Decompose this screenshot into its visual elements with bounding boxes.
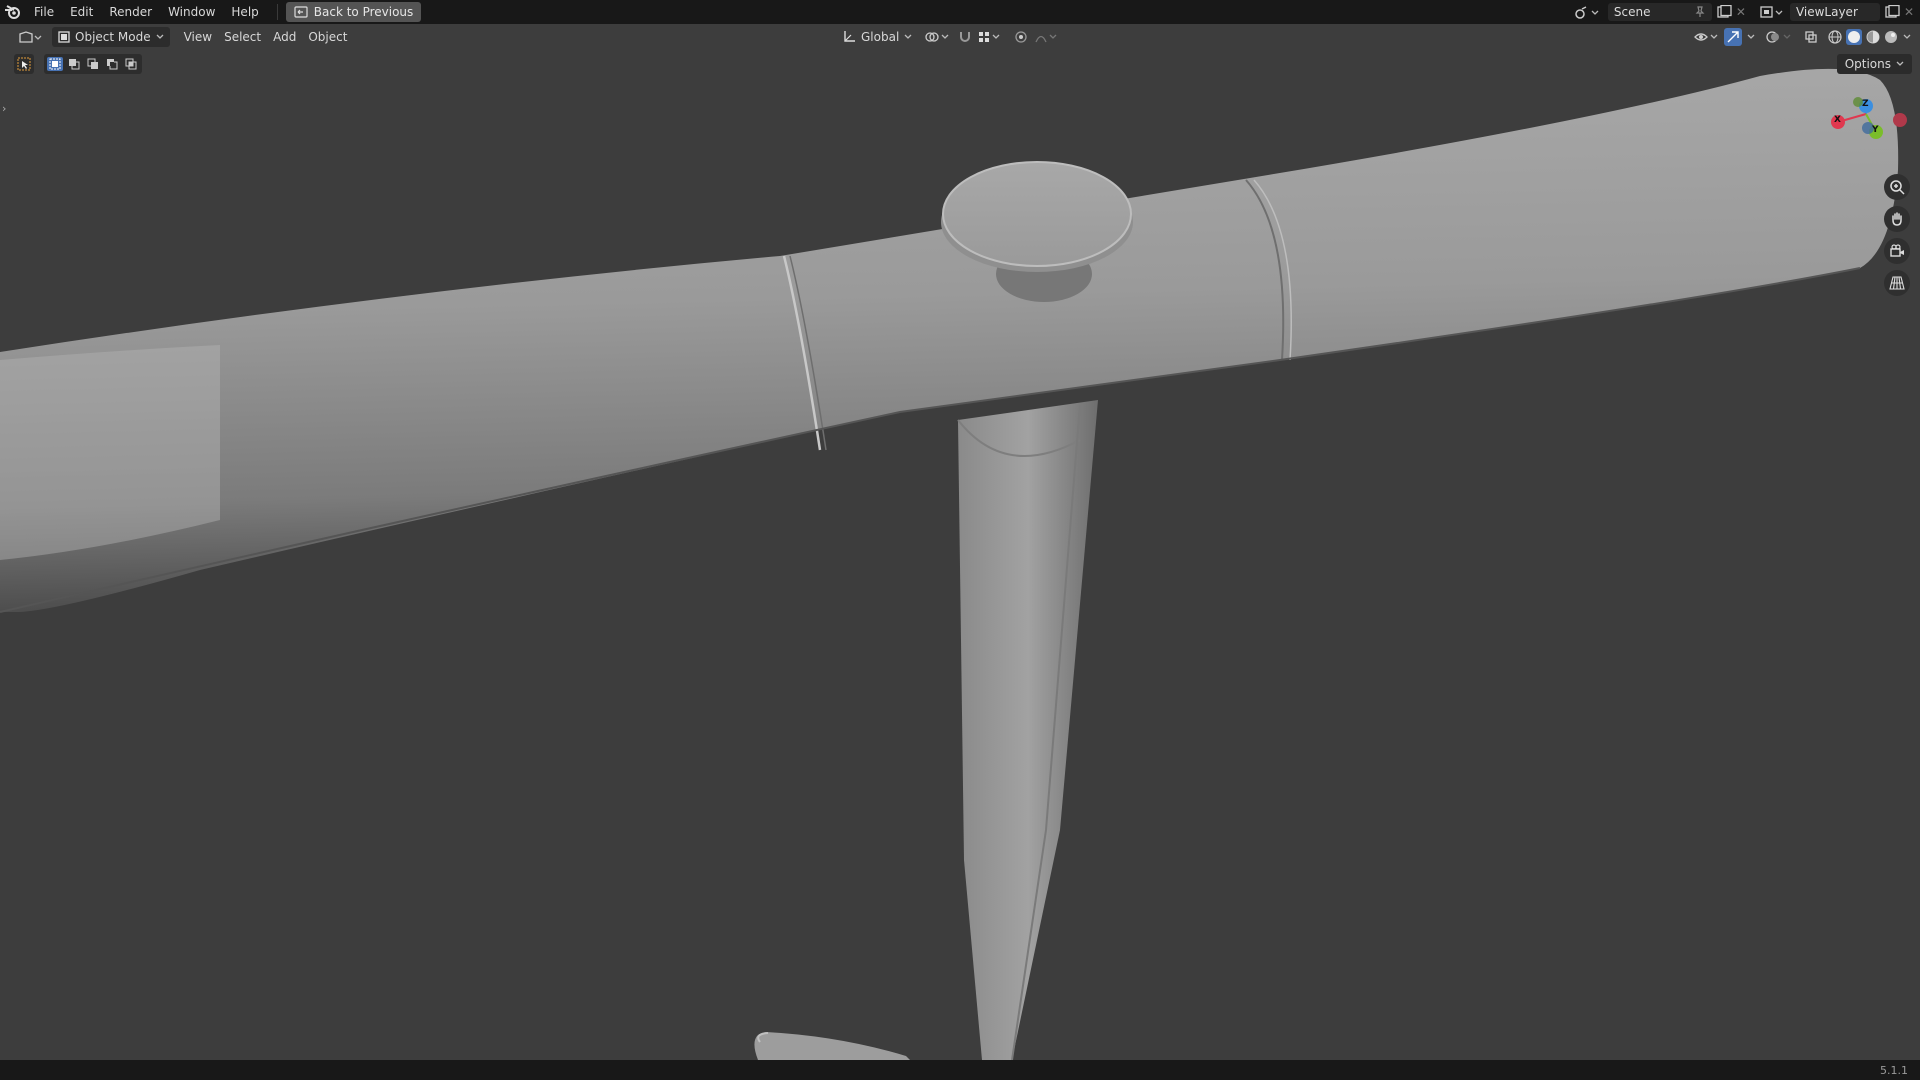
menu-object[interactable]: Object [302, 27, 353, 47]
3d-viewport-icon [18, 30, 42, 44]
zoom-button[interactable] [1884, 174, 1910, 200]
camera-view-button[interactable] [1884, 238, 1910, 264]
select-tool-button[interactable] [14, 54, 34, 74]
options-dropdown[interactable]: Options [1836, 54, 1912, 74]
navigation-gizmo[interactable]: Z X Y [1820, 92, 1920, 162]
pin-icon[interactable] [1694, 6, 1706, 18]
transform-orientation-dropdown[interactable]: Global [836, 27, 918, 47]
x-axis-label: X [1834, 115, 1841, 125]
object-mode-icon [58, 31, 70, 43]
blender-logo-icon[interactable] [0, 0, 26, 24]
xray-toggle-icon[interactable] [1804, 30, 1818, 44]
orientation-icon [842, 30, 856, 44]
camera-view-icon [1889, 243, 1905, 259]
version-label: 5.1.1 [1880, 1063, 1908, 1077]
menu-select[interactable]: Select [218, 27, 267, 47]
snap-increment-icon[interactable] [978, 30, 1002, 44]
perspective-toggle-button[interactable] [1884, 270, 1910, 296]
cursor-select-icon [17, 57, 31, 71]
select-intersect-icon[interactable] [123, 57, 139, 71]
delete-view-layer-icon[interactable]: ✕ [1904, 5, 1914, 19]
scene-name: Scene [1613, 5, 1651, 19]
cap-mesh[interactable] [942, 161, 1132, 267]
view-layer-name: ViewLayer [1795, 5, 1858, 19]
viewport-display-tools [1694, 24, 1912, 50]
rendered-shading-icon[interactable] [1884, 30, 1898, 44]
select-invert-icon[interactable] [104, 57, 120, 71]
menu-view[interactable]: View [178, 27, 218, 47]
tool-settings-row [14, 53, 142, 75]
pivot-point-icon[interactable] [924, 30, 952, 44]
new-scene-icon[interactable] [1716, 5, 1732, 19]
3d-viewport[interactable] [0, 0, 1920, 1060]
falloff-curve-icon[interactable] [1034, 30, 1060, 44]
scene-selector-icon[interactable] [1574, 5, 1600, 19]
overlays-icon[interactable] [1766, 30, 1796, 44]
perspective-grid-icon [1889, 275, 1905, 291]
neg-x-axis-handle [1893, 113, 1907, 127]
select-extend-icon[interactable] [66, 57, 82, 71]
visibility-icon[interactable] [1694, 30, 1720, 44]
top-right-controls: Scene ✕ ViewLayer ✕ [1574, 0, 1920, 24]
options-label: Options [1844, 57, 1891, 71]
snap-magnet-icon[interactable] [958, 30, 972, 44]
solid-shading-icon[interactable] [1846, 29, 1862, 45]
select-subtract-icon[interactable] [85, 57, 101, 71]
transform-tools: Global [836, 24, 1060, 50]
scene-name-field[interactable]: Scene [1607, 3, 1712, 21]
view-layer-icon[interactable] [1760, 5, 1784, 19]
chevron-down-icon [904, 34, 912, 40]
y-axis-label: Y [1872, 125, 1879, 135]
selection-mode-group [44, 54, 142, 74]
back-to-previous-button[interactable]: Back to Previous [285, 2, 422, 22]
back-to-previous-icon [294, 6, 308, 18]
pan-button[interactable] [1884, 206, 1910, 232]
wireframe-shading-icon[interactable] [1828, 30, 1842, 44]
menu-file[interactable]: File [26, 0, 62, 24]
viewport-navigation-tools [1884, 174, 1910, 296]
menu-edit[interactable]: Edit [62, 0, 101, 24]
gizmo-toggle-icon[interactable] [1724, 28, 1742, 46]
chevron-down-icon[interactable] [1902, 33, 1912, 41]
editor-type-button[interactable] [12, 27, 48, 47]
status-bar: 5.1.1 [0, 1060, 1920, 1080]
chevron-down-icon [1896, 61, 1904, 67]
top-menu-bar: File Edit Render Window Help Back to Pre… [0, 0, 1920, 24]
viewport-header: Object Mode View Select Add Object Globa… [0, 24, 1920, 50]
view-layer-field[interactable]: ViewLayer [1789, 3, 1880, 21]
material-shading-icon[interactable] [1866, 30, 1880, 44]
orientation-label: Global [861, 30, 900, 44]
new-view-layer-icon[interactable] [1884, 5, 1900, 19]
select-new-icon[interactable] [47, 57, 63, 71]
menu-window[interactable]: Window [160, 0, 223, 24]
menu-add[interactable]: Add [267, 27, 302, 47]
chevron-down-icon[interactable] [1746, 33, 1756, 41]
hand-pan-icon [1889, 211, 1905, 227]
back-to-previous-label: Back to Previous [313, 5, 414, 19]
zoom-icon [1889, 179, 1905, 195]
menu-help[interactable]: Help [223, 0, 266, 24]
menu-render[interactable]: Render [101, 0, 160, 24]
z-axis-label: Z [1862, 99, 1869, 109]
delete-scene-icon[interactable]: ✕ [1736, 5, 1746, 19]
proportional-editing-icon[interactable] [1014, 30, 1028, 44]
menu-separator [276, 4, 278, 20]
object-mode-dropdown[interactable]: Object Mode [52, 27, 170, 47]
object-mode-label: Object Mode [75, 30, 151, 44]
chevron-down-icon [156, 34, 164, 40]
toolbar-expand-arrow[interactable]: › [2, 102, 6, 115]
